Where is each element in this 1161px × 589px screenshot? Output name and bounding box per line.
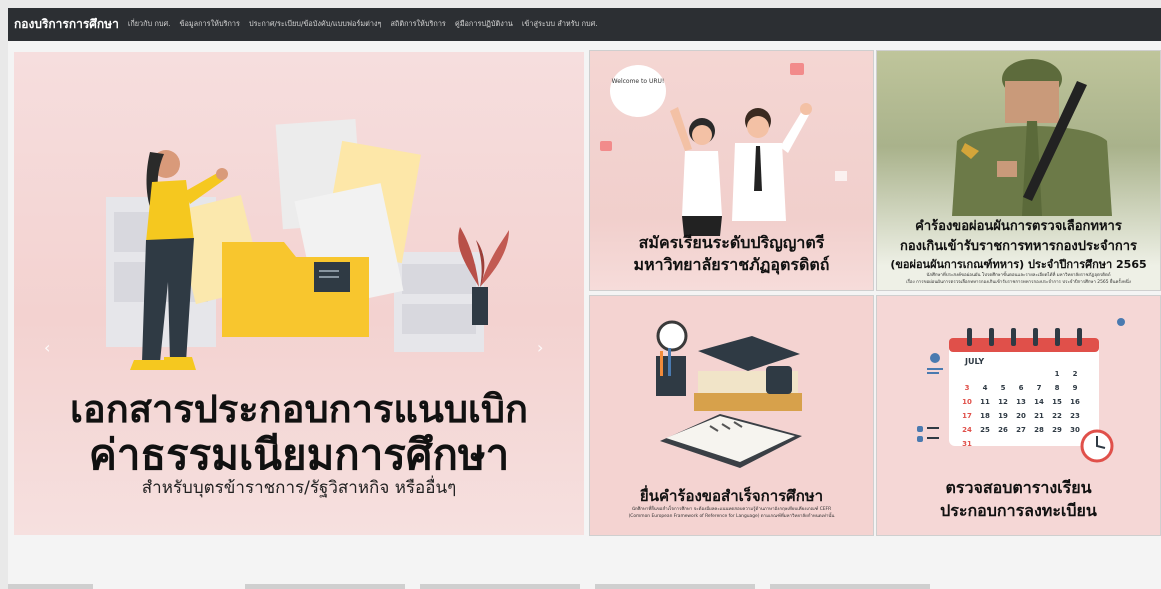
bottom-card-5 xyxy=(770,584,930,589)
calendar-day: 3 xyxy=(965,384,970,392)
site-brand[interactable]: กองบริการการศึกษา xyxy=(14,15,119,34)
calendar-day: 2 xyxy=(1073,370,1078,378)
welcome-bubble-text: Welcome to URU! xyxy=(612,78,665,85)
calendar-day: 5 xyxy=(1001,384,1006,392)
nav-item-announcements[interactable]: ประกาศ/ระเบียบ/ข้อบังคับ/แบบฟอร์มต่างๆ xyxy=(249,19,382,30)
bottom-card-2 xyxy=(245,584,405,589)
slide-subtitle: สำหรับบุตรข้าราชการ/รัฐวิสาหกิจ หรืออื่น… xyxy=(141,478,457,498)
bottom-card-3 xyxy=(420,584,580,589)
nav-item-manual[interactable]: คู่มือการปฏิบัติงาน xyxy=(455,19,513,30)
calendar-day: 16 xyxy=(1070,398,1080,406)
military-tile[interactable]: คำร้องขอผ่อนผันการตรวจเลือกทหาร กองเกินเ… xyxy=(876,50,1161,291)
nav-item-login[interactable]: เข้าสู่ระบบ สำหรับ กบศ. xyxy=(522,19,598,30)
nav-item-about[interactable]: เกี่ยวกับ กบศ. xyxy=(128,19,171,30)
nav-item-statistics[interactable]: สถิติการให้บริการ xyxy=(390,19,445,30)
calendar-day: 20 xyxy=(1016,412,1026,420)
military-title-line3: (ขอผ่อนผันการเกณฑ์ทหาร) ประจำปีการศึกษา … xyxy=(890,258,1147,271)
calendar-day: 4 xyxy=(983,384,988,392)
calendar-month: JULY xyxy=(964,357,984,366)
bottom-card-1 xyxy=(8,584,93,589)
nav-item-services[interactable]: ข้อมูลการให้บริการ xyxy=(179,19,239,30)
calendar-day: 14 xyxy=(1034,398,1044,406)
calendar-day: 18 xyxy=(980,412,990,420)
calendar-day: 7 xyxy=(1037,384,1042,392)
calendar-day: 19 xyxy=(998,412,1008,420)
graduation-tile[interactable]: ยื่นคำร้องขอสำเร็จการศึกษา นักศึกษาที่ยื… xyxy=(589,295,874,536)
calendar-day: 23 xyxy=(1070,412,1080,420)
calendar-day: 15 xyxy=(1052,398,1062,406)
calendar-day: 21 xyxy=(1034,412,1044,420)
graduation-note-line2: (Common European Framework of Reference … xyxy=(628,514,835,519)
calendar-day: 27 xyxy=(1016,426,1026,434)
schedule-title-line1: ตรวจสอบตารางเรียน xyxy=(945,478,1092,497)
calendar-day: 28 xyxy=(1034,426,1044,434)
calendar-day: 25 xyxy=(980,426,990,434)
calendar-day: 22 xyxy=(1052,412,1062,420)
bottom-card-4 xyxy=(595,584,755,589)
calendar-day: 8 xyxy=(1055,384,1060,392)
calendar-day: 11 xyxy=(980,398,990,406)
schedule-title-line2: ประกอบการลงทะเบียน xyxy=(940,501,1097,520)
top-navbar: กองบริการการศึกษา เกี่ยวกับ กบศ. ข้อมูลก… xyxy=(8,8,1161,41)
calendar-day: 26 xyxy=(998,426,1008,434)
graduation-title: ยื่นคำร้องขอสำเร็จการศึกษา xyxy=(639,487,824,505)
calendar-day: 9 xyxy=(1073,384,1078,392)
graduation-note-line1: นักศึกษาที่ยื่นขอสำเร็จการศึกษา จะต้องมี… xyxy=(631,507,832,512)
calendar-day: 24 xyxy=(962,426,972,434)
slider-next-button[interactable]: › xyxy=(537,338,543,357)
calendar-day: 17 xyxy=(962,412,972,420)
calendar-day: 1 xyxy=(1055,370,1060,378)
calendar-day: 12 xyxy=(998,398,1008,406)
military-note-line1: นักศึกษาที่ประสงค์ขอผ่อนผัน โปรดศึกษาขั้… xyxy=(926,273,1111,278)
register-tile[interactable]: Welcome to URU! สมัครเรียนระดับปริญญาตรี… xyxy=(589,50,874,291)
slider-prev-button[interactable]: ‹ xyxy=(44,338,50,357)
schedule-tile[interactable]: JULY 1 2 3 4 5 6 7 8 9 10 11 12 13 14 15 16 17 18 19 20 21 22… xyxy=(876,295,1161,536)
military-title-line2: กองเกินเข้ารับราชการทหารกองประจำการ xyxy=(899,239,1138,254)
military-note-line2: เรื่อง การขอผ่อนผันการตรวจเลือกทหารกองเก… xyxy=(906,280,1131,285)
register-title-line2: มหาวิทยาลัยราชภัฏอุตรดิตถ์ xyxy=(633,255,830,274)
calendar-day: 30 xyxy=(1070,426,1080,434)
calendar-day: 10 xyxy=(962,398,972,406)
calendar-day: 6 xyxy=(1019,384,1024,392)
calendar-day: 31 xyxy=(962,440,972,448)
military-title-line1: คำร้องขอผ่อนผันการตรวจเลือกทหาร xyxy=(915,219,1122,234)
calendar-day: 29 xyxy=(1052,426,1062,434)
calendar-day: 13 xyxy=(1016,398,1026,406)
